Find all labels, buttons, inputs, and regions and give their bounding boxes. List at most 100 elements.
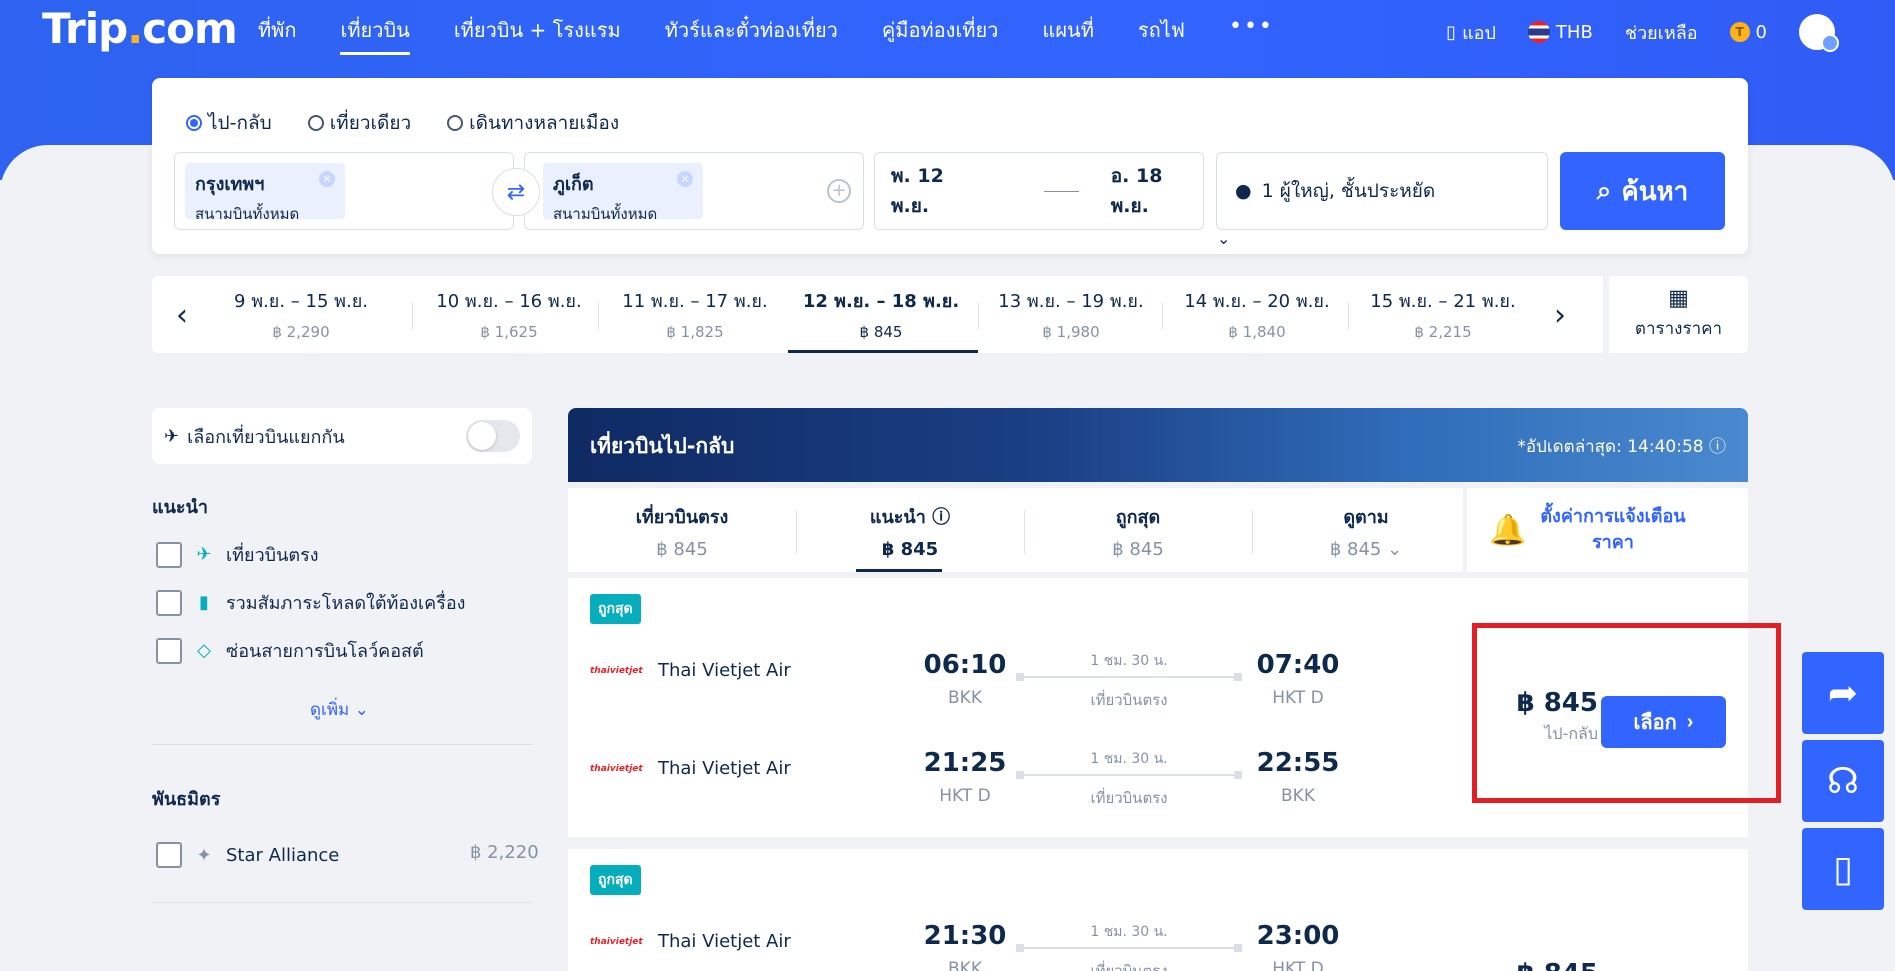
star-alliance-icon: ✦ (196, 844, 212, 866)
support-button[interactable]: ☊ (1802, 740, 1884, 822)
depart-date: พ. 12 พ.ย. (891, 165, 944, 217)
airline-logo: thaivietjet (590, 936, 643, 947)
nav-flights[interactable]: เที่ยวบิน (340, 14, 410, 55)
date-option-selected[interactable]: 12 พ.ย. – 18 พ.ย. ฿ 845 (788, 276, 978, 353)
chevron-down-icon: ⌄ (1387, 539, 1403, 560)
trip-type-oneway[interactable]: เที่ยวเดียว (307, 108, 411, 138)
info-icon: ⓘ (932, 507, 951, 528)
headset-icon: ☊ (1827, 760, 1859, 802)
tag-icon: ◇ (197, 640, 211, 661)
highlight-box (1472, 623, 1781, 803)
return-date: อ. 18 พ.ย. (1110, 165, 1163, 217)
trip-type-multicity[interactable]: เดินทางหลายเมือง (447, 108, 619, 138)
phone-icon: ▯ (1833, 848, 1853, 890)
date-option[interactable]: 14 พ.ย. – 20 พ.ย. ฿ 1,840 (1164, 276, 1350, 353)
date-option[interactable]: 11 พ.ย. – 17 พ.ย. ฿ 1,825 (602, 276, 788, 353)
filter-hide-lowcost[interactable]: ◇ ซ่อนสายการบินโลว์คอสต์ (156, 636, 424, 665)
checkbox[interactable] (156, 637, 182, 664)
see-more-link[interactable]: ดูเพิ่ม ⌄ (310, 696, 369, 723)
filter-nonstop[interactable]: ✈ เที่ยวบินตรง (156, 540, 319, 569)
clear-destination-icon[interactable]: × (677, 171, 693, 187)
radio-icon (307, 115, 324, 131)
share-icon: ➦ (1827, 672, 1859, 714)
nav-guides[interactable]: คู่มือท่องเที่ยว (882, 14, 999, 55)
price-alert-button[interactable]: 🔔 ตั้งค่าการแจ้งเตือน ราคา (1467, 488, 1748, 572)
trip-type-group: ไป-กลับ เที่ยวเดียว เดินทางหลายเมือง (186, 108, 619, 138)
plane-takeoff-icon: ✈ (196, 544, 212, 565)
chevron-left-icon[interactable]: ‹ (176, 298, 188, 333)
nav-trains[interactable]: รถไฟ (1138, 14, 1185, 55)
trip-type-round[interactable]: ไป-กลับ (186, 108, 272, 138)
flight-line (1016, 944, 1242, 952)
currency-selector[interactable]: THB (1527, 21, 1593, 43)
search-button[interactable]: ⌕ ค้นหา (1560, 152, 1725, 230)
nav-more-button[interactable]: ••• (1229, 14, 1274, 55)
recommend-title: แนะนำ (152, 497, 208, 518)
plane-icon: ✈ (164, 425, 180, 447)
flight-result-card[interactable]: ถูกสุด thaivietjet Thai Vietjet Air 21:30… (568, 849, 1748, 971)
airline-logo: thaivietjet (590, 665, 643, 676)
filter-baggage[interactable]: ▮ รวมสัมภาระโหลดใต้ท้องเครื่อง (156, 588, 465, 617)
nav-flight-hotel[interactable]: เที่ยวบิน + โรงแรม (454, 14, 621, 55)
destination-chip: ภูเก็ต สนามบินทั้งหมด × (543, 163, 703, 223)
info-icon: ⓘ (1709, 437, 1726, 457)
results-banner: เที่ยวบินไป-กลับ *อัปเดตล่าสุด: 14:40:58… (568, 408, 1748, 482)
checkbox[interactable] (156, 842, 182, 868)
partners-title: พันธมิตร (152, 789, 221, 810)
radio-icon (447, 115, 464, 131)
main-nav: ที่พัก เที่ยวบิน เที่ยวบิน + โรงแรม ทัวร… (258, 14, 1274, 55)
help-link[interactable]: ช่วยเหลือ (1625, 18, 1698, 47)
checkbox[interactable] (156, 589, 182, 616)
filter-star-alliance[interactable]: ✦ Star Alliance (156, 842, 339, 868)
price-calendar-button[interactable]: ▦ ตารางราคา (1609, 276, 1748, 353)
date-price-strip: ‹ 9 พ.ย. – 15 พ.ย. ฿ 2,290 10 พ.ย. – 16 พ… (152, 276, 1603, 353)
clear-origin-icon[interactable]: × (319, 171, 335, 187)
app-link[interactable]: ▯ แอป (1446, 18, 1496, 47)
nav-maps[interactable]: แผนที่ (1042, 14, 1093, 55)
user-avatar[interactable] (1799, 14, 1839, 52)
tab-recommended[interactable]: แนะนำ ⓘ ฿ 845 (796, 488, 1024, 572)
share-button[interactable]: ➦ (1802, 652, 1884, 734)
checkbox[interactable] (156, 541, 182, 568)
flight-line (1016, 673, 1242, 681)
origin-field[interactable]: กรุงเทพฯ สนามบินทั้งหมด × (174, 152, 514, 230)
add-city-icon[interactable]: + (827, 179, 851, 203)
date-option[interactable]: 9 พ.ย. – 15 พ.ย. ฿ 2,290 (208, 276, 394, 353)
date-option[interactable]: 15 พ.ย. – 21 พ.ย. ฿ 2,215 (1350, 276, 1536, 353)
app-download-button[interactable]: ▯ (1802, 828, 1884, 910)
person-icon: ● (1235, 180, 1252, 202)
destination-field[interactable]: ภูเก็ต สนามบินทั้งหมด × + (524, 152, 864, 230)
thai-flag-icon (1527, 21, 1550, 43)
nav-tours[interactable]: ทัวร์และตั๋วท่องเที่ยว (665, 14, 838, 55)
passenger-field[interactable]: ● 1 ผู้ใหญ่, ชั้นประหยัด ⌄ (1216, 152, 1548, 248)
tab-nonstop[interactable]: เที่ยวบินตรง฿ 845 (568, 488, 796, 572)
cheapest-badge: ถูกสุด (590, 865, 641, 895)
tab-sort-by[interactable]: ดูตาม฿ 845 ⌄ (1252, 488, 1480, 572)
swap-icon: ⇄ (506, 179, 526, 205)
date-option[interactable]: 13 พ.ย. – 19 พ.ย. ฿ 1,980 (978, 276, 1164, 353)
date-option[interactable]: 10 พ.ย. – 16 พ.ย. ฿ 1,625 (416, 276, 602, 353)
return-leg: thaivietjet Thai Vietjet Air 21:25 HKT D … (590, 748, 1340, 807)
swap-cities-button[interactable]: ⇄ (492, 168, 540, 216)
header-right: ▯ แอป THB ช่วยเหลือ T0 (1446, 14, 1839, 52)
coin-icon: T (1729, 22, 1750, 42)
search-card: ไป-กลับ เที่ยวเดียว เดินทางหลายเมือง กรุ… (152, 78, 1748, 254)
sort-tabs: เที่ยวบินตรง฿ 845 แนะนำ ⓘ ฿ 845 ถูกสุด฿ 8… (568, 488, 1463, 572)
origin-chip: กรุงเทพฯ สนามบินทั้งหมด × (185, 163, 345, 223)
chevron-down-icon: ⌄ (1217, 229, 1231, 248)
trip-coins[interactable]: T0 (1729, 22, 1767, 43)
price-block: ฿ 845 (1517, 959, 1598, 971)
flight-line (1016, 771, 1242, 779)
tab-cheapest[interactable]: ถูกสุด฿ 845 (1024, 488, 1252, 572)
separate-tickets-switch[interactable] (466, 420, 520, 452)
chevron-down-icon: ⌄ (354, 700, 369, 720)
phone-icon: ▯ (1446, 21, 1457, 43)
nav-hotels[interactable]: ที่พัก (258, 14, 296, 55)
bell-icon: 🔔 (1489, 512, 1527, 548)
trip-logo[interactable]: Trip.com (42, 4, 238, 53)
date-field[interactable]: พ. 12 พ.ย. อ. 18 พ.ย. (874, 152, 1204, 230)
outbound-leg: thaivietjet Thai Vietjet Air 21:30 BKK 1 … (590, 921, 1340, 971)
radio-selected-icon (186, 115, 202, 131)
calendar-icon: ▦ (1668, 286, 1689, 311)
chevron-right-icon[interactable]: › (1554, 298, 1566, 333)
